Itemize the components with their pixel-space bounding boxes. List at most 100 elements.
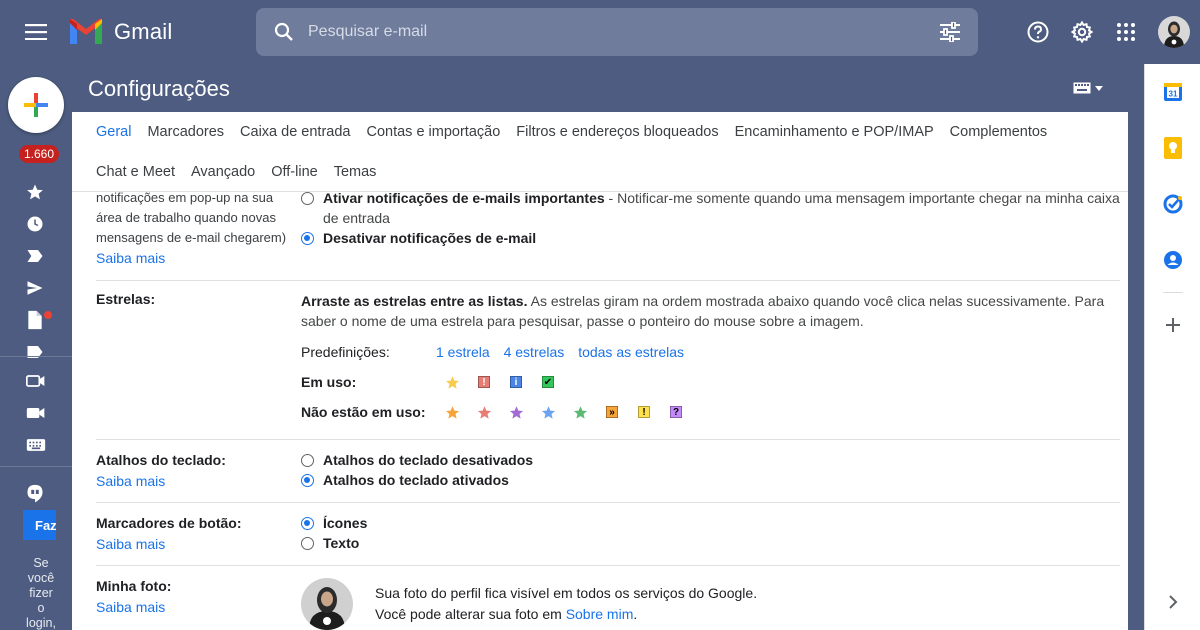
app-name: Gmail [114,19,173,44]
yellow-bang-icon[interactable]: ! [628,406,660,418]
gmail-m-icon [70,18,102,44]
photo-label: Minha foto: [96,578,172,594]
option-label: Atalhos do teclado ativados [323,472,509,488]
search-input[interactable] [308,23,926,41]
presets-label: Predefinições: [301,344,390,360]
red-star-icon[interactable] [468,405,500,420]
video-camera-icon [26,375,45,387]
rail-login-prompt: Se você fizer o login, [26,556,56,630]
compose-button[interactable] [8,77,64,133]
in-use-label: Em uso: [301,374,357,390]
apps-grid-icon[interactable] [1106,8,1146,56]
stars-in-use-list: ! i ✔ [436,375,564,390]
photo-row: Minha foto: Saiba mais Sua foto do perfi… [96,566,1120,630]
tab-avancado[interactable]: Avançado [183,152,263,192]
button-labels-row: Marcadores de botão: Saiba mais Ícones T… [96,503,1120,566]
radio-unchecked[interactable] [301,454,314,467]
orange-star-icon[interactable] [436,405,468,420]
tab-temas[interactable]: Temas [326,152,385,192]
rail-new-meeting[interactable] [0,365,72,397]
tab-contas-e-importacao[interactable]: Contas e importação [358,112,508,152]
tab-off-line[interactable]: Off-line [263,152,325,192]
side-expand[interactable] [1145,574,1200,630]
radio-unchecked[interactable] [301,192,314,205]
stars-intro-bold: Arraste as estrelas entre as listas. [301,293,528,309]
rail-sent[interactable] [0,272,72,304]
preset-4-stars-link[interactable]: 4 estrelas [504,344,565,360]
green-check-icon[interactable]: ✔ [532,376,564,388]
purple-question-icon[interactable]: ? [660,406,692,418]
search-options-icon[interactable] [926,8,974,56]
notifications-important-option[interactable]: Ativar notificações de e-mails important… [301,188,1120,228]
rail-divider [0,466,72,467]
notifications-off-option[interactable]: Desativar notificações de e-mail [301,228,1120,248]
radio-checked[interactable] [301,232,314,245]
option-label: Texto [323,535,360,551]
search-icon[interactable] [260,8,308,56]
help-icon[interactable] [1018,8,1058,56]
side-tasks[interactable] [1145,176,1200,232]
search-bar [256,8,978,56]
shortcuts-off-option[interactable]: Atalhos do teclado desativados [301,450,1120,470]
input-tools-toggle[interactable] [1073,82,1103,94]
rail-keyboard[interactable] [0,429,72,461]
rail-hangouts[interactable] [0,478,72,510]
rail-snoozed[interactable] [0,208,72,240]
profile-photo[interactable] [301,578,353,630]
about-me-link[interactable]: Sobre mim [566,606,634,622]
notifications-learn-more-link[interactable]: Saiba mais [96,248,293,268]
rail-drafts[interactable] [0,304,72,336]
purple-star-icon[interactable] [500,405,532,420]
rail-label[interactable] [0,336,72,368]
preset-all-stars-link[interactable]: todas as estrelas [578,344,684,360]
rail-starred[interactable] [0,176,72,208]
shortcuts-on-option[interactable]: Atalhos do teclado ativados [301,470,1120,490]
tab-filtros[interactable]: Filtros e endereços bloqueados [508,112,726,152]
label-important-icon [27,250,43,262]
rail-important[interactable] [0,240,72,272]
orange-guillemet-icon[interactable]: » [596,406,628,418]
yellow-star-icon[interactable] [436,375,468,390]
tab-complementos[interactable]: Complementos [942,112,1056,152]
button-labels-learn-more-link[interactable]: Saiba mais [96,534,293,554]
radio-checked[interactable] [301,474,314,487]
blue-info-icon[interactable]: i [500,376,532,388]
button-labels-text-option[interactable]: Texto [301,533,1120,553]
side-keep[interactable] [1145,120,1200,176]
draft-file-icon [28,310,42,330]
shortcuts-learn-more-link[interactable]: Saiba mais [96,471,293,491]
chevron-right-icon [1169,595,1178,609]
rail-signin-button[interactable]: Faz [23,510,56,540]
preset-1-star-link[interactable]: 1 estrela [436,344,490,360]
button-labels-icons-option[interactable]: Ícones [301,513,1120,533]
side-panel: 31 [1144,64,1200,630]
hamburger-icon [25,24,47,40]
main-menu-button[interactable] [12,8,60,56]
side-contacts[interactable] [1145,232,1200,288]
rail-join-meeting[interactable] [0,397,72,429]
tab-chat-e-meet[interactable]: Chat e Meet [88,152,183,192]
tab-caixa-de-entrada[interactable]: Caixa de entrada [232,112,358,152]
radio-unchecked[interactable] [301,537,314,550]
photo-learn-more-link[interactable]: Saiba mais [96,597,293,617]
blue-star-icon[interactable] [532,405,564,420]
stars-not-in-use-list: » ! ? [436,405,692,420]
top-bar: Gmail [0,0,1200,64]
side-calendar[interactable]: 31 [1145,64,1200,120]
account-avatar[interactable] [1158,16,1190,48]
notifications-description: notificações em pop-up na sua área de tr… [96,190,287,245]
settings-gear-icon[interactable] [1062,8,1102,56]
side-add-addon[interactable] [1145,297,1200,353]
not-in-use-label: Não estão em uso: [301,404,426,420]
gmail-logo[interactable]: Gmail [68,18,172,46]
tasks-check-icon [1163,194,1182,214]
tab-encaminhamento[interactable]: Encaminhamento e POP/IMAP [727,112,942,152]
plus-icon [1165,318,1180,332]
settings-panel: Geral Marcadores Caixa de entrada Contas… [72,112,1128,630]
tab-geral[interactable]: Geral [88,112,139,152]
red-bang-icon[interactable]: ! [468,376,500,388]
green-star-icon[interactable] [564,405,596,420]
tab-marcadores[interactable]: Marcadores [139,112,232,152]
radio-checked[interactable] [301,517,314,530]
option-label: Desativar notificações de e-mail [323,230,537,246]
